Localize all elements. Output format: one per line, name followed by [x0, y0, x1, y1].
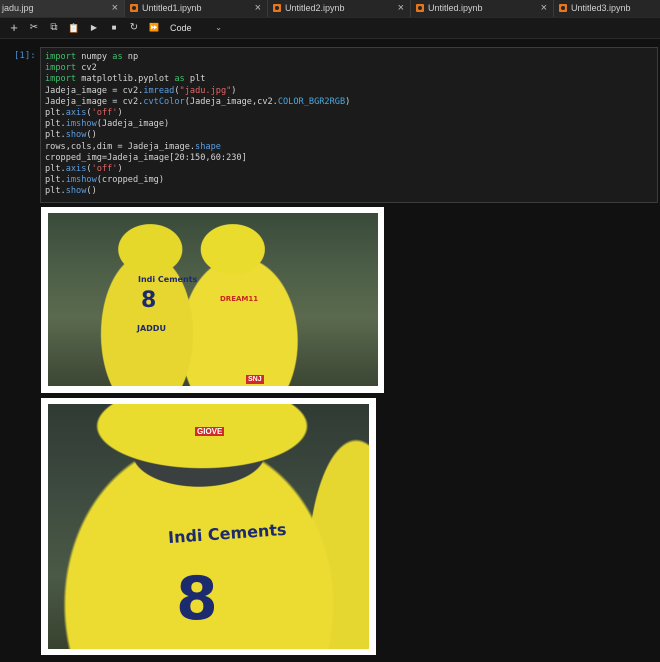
- notebook-icon: [273, 4, 281, 12]
- tab-label: jadu.jpg: [2, 3, 34, 13]
- run-all-button[interactable]: ⏩: [146, 20, 162, 36]
- tab-untitled3[interactable]: Untitled3.ipynb: [554, 0, 660, 17]
- run-button[interactable]: ▶: [86, 20, 102, 36]
- add-cell-button[interactable]: +: [6, 20, 22, 36]
- right-player-badge: SNJ: [246, 375, 264, 384]
- code-line: import numpy as np: [45, 52, 139, 62]
- close-icon[interactable]: ×: [255, 0, 261, 17]
- close-icon[interactable]: ×: [398, 0, 404, 17]
- tab-label: Untitled.ipynb: [428, 3, 483, 13]
- cropped-player-photo: GIOVE Indi Cements 8: [48, 404, 369, 649]
- tab-untitled[interactable]: Untitled.ipynb ×: [411, 0, 554, 17]
- jersey-number: 8: [141, 288, 157, 313]
- restart-button[interactable]: ↻: [126, 20, 142, 36]
- chevron-down-icon: ⌄: [215, 23, 222, 32]
- execution-count: [1]:: [14, 51, 36, 61]
- notebook-icon: [130, 4, 138, 12]
- code-line: Jadeja_image = cv2.imread("jadu.jpg"): [45, 85, 237, 96]
- code-line: Jadeja_image = cv2.cvtColor(Jadeja_image…: [45, 96, 351, 107]
- close-icon[interactable]: ×: [541, 0, 547, 17]
- code-line: import cv2: [45, 63, 97, 74]
- notebook-icon: [559, 4, 567, 12]
- code-line: plt.show(): [45, 130, 97, 141]
- cricket-players-photo: Indi Cements 8 JADDU DREAM11 SNJ: [48, 213, 378, 386]
- code-line: plt.axis('off'): [45, 163, 123, 174]
- tab-bar: jadu.jpg × Untitled1.ipynb × Untitled2.i…: [0, 0, 660, 18]
- copy-button[interactable]: ⧉: [46, 20, 62, 36]
- output-image-full: Indi Cements 8 JADDU DREAM11 SNJ: [41, 207, 384, 393]
- code-line: import matplotlib.pyplot as plt: [45, 74, 206, 85]
- jersey-sponsor-text: Indi Cements: [167, 519, 288, 548]
- paste-button[interactable]: 📋: [66, 20, 82, 36]
- tab-label: Untitled1.ipynb: [142, 3, 202, 13]
- tab-untitled2[interactable]: Untitled2.ipynb ×: [268, 0, 411, 17]
- close-icon[interactable]: ×: [112, 0, 118, 17]
- code-line: cropped_img=Jadeja_image[20:150,60:230]: [45, 152, 247, 163]
- notebook-icon: [416, 4, 424, 12]
- code-line: rows,cols,dim = Jadeja_image.shape: [45, 141, 221, 152]
- tab-label: Untitled2.ipynb: [285, 3, 345, 13]
- code-line: plt.imshow(Jadeja_image): [45, 119, 170, 130]
- code-editor[interactable]: import numpy as np import cv2 import matpl…: [40, 47, 658, 203]
- tab-label: Untitled3.ipynb: [571, 3, 631, 13]
- code-line: plt.show(): [45, 186, 97, 197]
- code-line: plt.imshow(cropped_img): [45, 175, 165, 186]
- code-line: plt.axis('off'): [45, 107, 123, 118]
- notebook-toolbar: + ✂ ⧉ 📋 ▶ ■ ↻ ⏩ Code ⌄: [0, 18, 660, 39]
- output-image-cropped: GIOVE Indi Cements 8: [41, 398, 376, 655]
- jersey-number: 8: [176, 564, 218, 634]
- helmet-logo: GIOVE: [195, 427, 225, 436]
- jersey-name: JADDU: [137, 324, 166, 333]
- cell-type-select[interactable]: Code ⌄: [170, 20, 226, 36]
- stop-button[interactable]: ■: [106, 20, 122, 36]
- sponsor-logo: DREAM11: [220, 295, 259, 303]
- tab-jadu-jpg[interactable]: jadu.jpg ×: [0, 0, 125, 17]
- cut-button[interactable]: ✂: [26, 20, 42, 36]
- cell-type-value: Code: [170, 23, 192, 33]
- jersey-sponsor-text: Indi Cements: [138, 275, 198, 284]
- tab-untitled1[interactable]: Untitled1.ipynb ×: [125, 0, 268, 17]
